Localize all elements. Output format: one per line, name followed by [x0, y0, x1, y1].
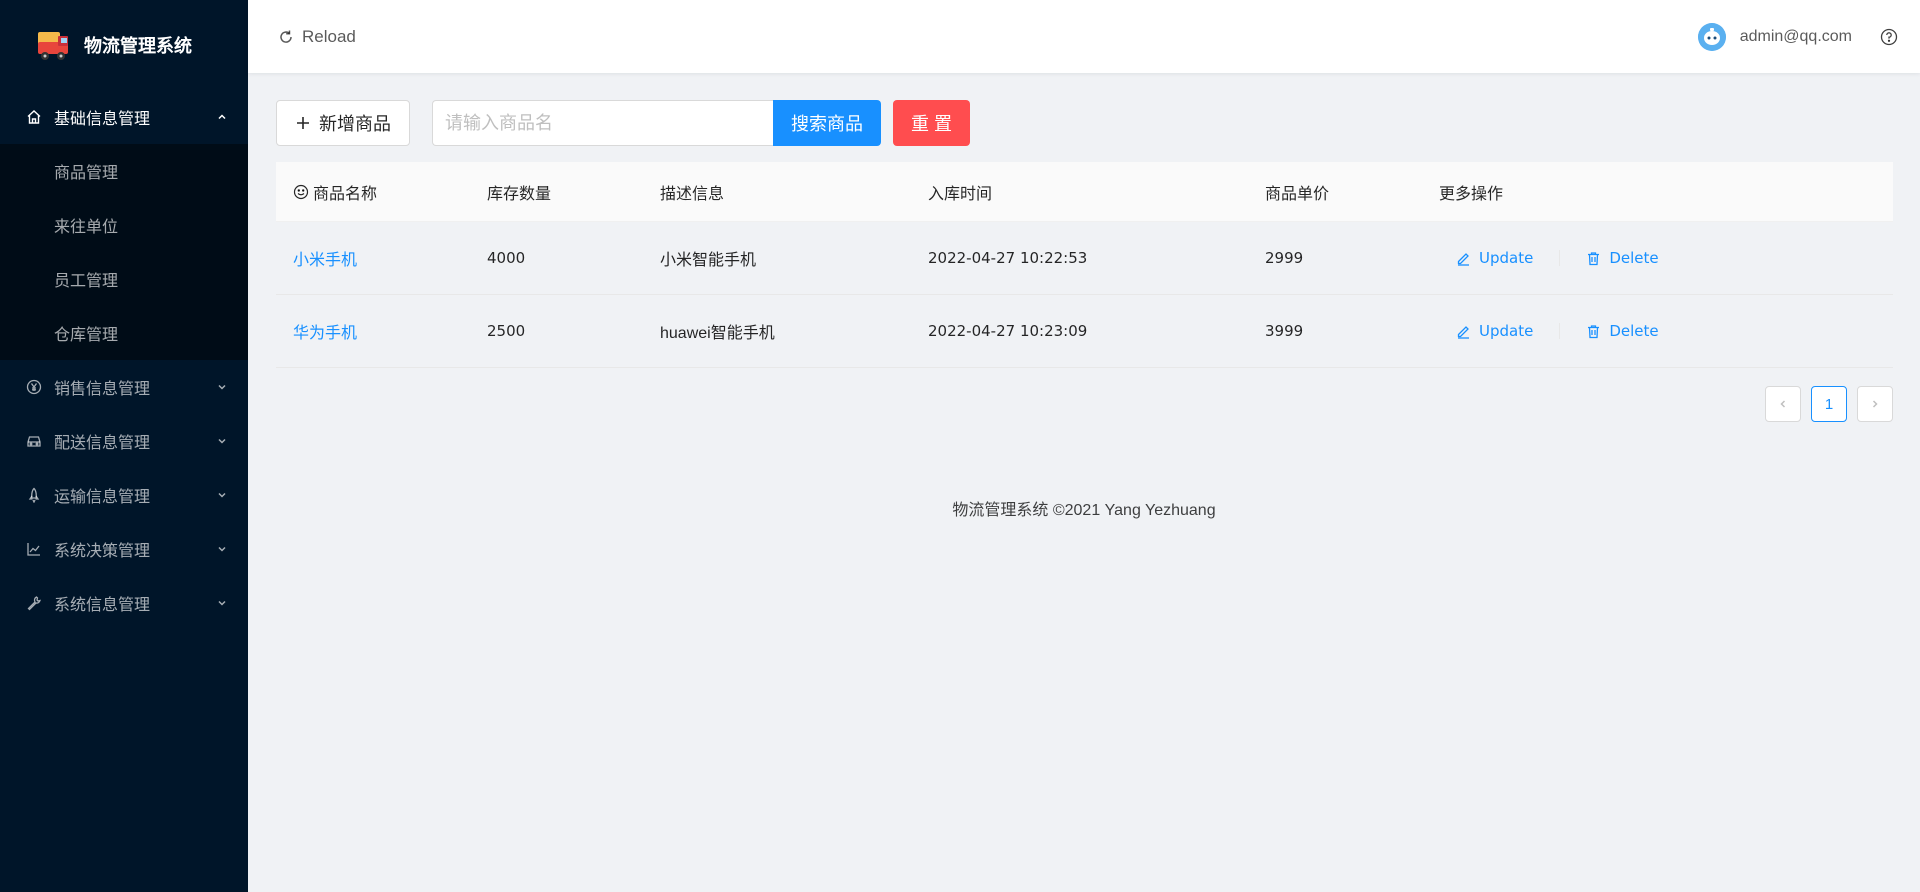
search-goods-button[interactable]: 搜索商品 — [773, 100, 881, 146]
home-icon — [26, 109, 42, 125]
trash-icon — [1588, 324, 1600, 338]
cell-name: 小米手机 — [276, 246, 486, 270]
cell-name: 华为手机 — [276, 319, 486, 343]
footer: 物流管理系统 ©2021 Yang Yezhuang — [952, 502, 1216, 519]
sidebar-menu: 基础信息管理 商品管理 来往单位 员工管理 仓库管理 销售信息管理 配送信息管理… — [0, 90, 248, 630]
sidebar-item-partners[interactable]: 来往单位 — [0, 198, 248, 252]
action-divider — [1559, 250, 1561, 266]
update-label: Update — [1479, 249, 1534, 267]
column-header-label: 商品名称 — [313, 185, 378, 203]
app-title: 物流管理系统 — [84, 36, 192, 56]
cell-time: 2022-04-27 10:22:53 — [928, 249, 1088, 267]
chevron-left-icon — [1780, 400, 1786, 408]
sidebar-item-goods[interactable]: 商品管理 — [0, 144, 248, 198]
cell-price: 2999 — [1265, 249, 1304, 267]
reload-button[interactable]: Reload — [278, 27, 356, 47]
menu-group-label: 配送信息管理 — [54, 435, 151, 452]
menu-group-label: 基础信息管理 — [54, 111, 151, 128]
sidebar-item-warehouses[interactable]: 仓库管理 — [0, 306, 248, 360]
plus-icon — [297, 117, 309, 129]
pagination: 1 — [276, 386, 1893, 422]
toolbar: 新增商品 搜索商品 重 置 — [276, 100, 1893, 146]
sidebar: 物流管理系统 基础信息管理 商品管理 来往单位 员工管理 仓库管理 销售信息管理… — [0, 0, 248, 892]
chevron-down-icon — [218, 546, 226, 552]
table-row: 华为手机 2500 huawei智能手机 2022-04-27 10:23:09… — [276, 295, 1893, 368]
menu-group-label: 销售信息管理 — [54, 381, 151, 398]
delete-label: Delete — [1609, 249, 1659, 267]
menu-group-label: 运输信息管理 — [54, 489, 151, 506]
cell-actions: Update Delete — [1439, 322, 1893, 340]
menu-group-delivery[interactable]: 配送信息管理 — [0, 414, 248, 468]
sidebar-item-employees[interactable]: 员工管理 — [0, 252, 248, 306]
chevron-down-icon — [218, 384, 226, 390]
update-label: Update — [1479, 322, 1534, 340]
chevron-up-icon — [218, 114, 226, 120]
question-circle-icon[interactable] — [1880, 28, 1898, 46]
add-goods-button[interactable]: 新增商品 — [276, 100, 410, 146]
menu-group-label: 系统信息管理 — [54, 597, 151, 614]
column-header-time: 入库时间 — [928, 185, 993, 203]
next-page-button[interactable] — [1857, 386, 1893, 422]
search-group: 搜索商品 — [432, 100, 881, 146]
table-header: 商品名称 库存数量 描述信息 入库时间 商品单价 更多操作 — [276, 162, 1893, 222]
column-header-price: 商品单价 — [1265, 185, 1330, 203]
search-input[interactable] — [432, 100, 773, 146]
reset-button[interactable]: 重 置 — [893, 100, 970, 146]
user-email[interactable]: admin@qq.com — [1740, 28, 1852, 46]
edit-icon — [1457, 252, 1469, 266]
menu-group-label: 系统决策管理 — [54, 543, 151, 560]
cell-time: 2022-04-27 10:23:09 — [928, 322, 1088, 340]
avatar[interactable] — [1697, 22, 1726, 51]
delete-button[interactable]: Delete — [1586, 322, 1659, 340]
prev-page-button[interactable] — [1765, 386, 1801, 422]
smile-icon — [293, 184, 309, 199]
action-divider — [1559, 323, 1561, 339]
menu-group-transport[interactable]: 运输信息管理 — [0, 468, 248, 522]
reload-label: Reload — [302, 26, 356, 46]
yen-icon — [26, 379, 42, 395]
column-header-name: 商品名称 — [276, 180, 486, 204]
main-content: 新增商品 搜索商品 重 置 商品名称 库存数量 描述信息 入库时间 商品单价 更… — [276, 100, 1893, 422]
add-goods-label: 新增商品 — [319, 114, 391, 134]
column-header-stock: 库存数量 — [487, 185, 552, 203]
chevron-down-icon — [218, 438, 226, 444]
update-button[interactable]: Update — [1456, 322, 1533, 340]
chevron-right-icon — [1872, 400, 1878, 408]
menu-group-basic-info[interactable]: 基础信息管理 — [0, 90, 248, 144]
page-number-button[interactable]: 1 — [1811, 386, 1847, 422]
edit-icon — [1457, 325, 1469, 339]
delete-button[interactable]: Delete — [1586, 249, 1659, 267]
cell-desc: 小米智能手机 — [660, 252, 757, 269]
logo[interactable]: 物流管理系统 — [0, 0, 248, 90]
menu-group-system[interactable]: 系统信息管理 — [0, 576, 248, 630]
chevron-down-icon — [218, 492, 226, 498]
cell-actions: Update Delete — [1439, 249, 1893, 267]
line-chart-icon — [26, 541, 42, 557]
menu-group-decision[interactable]: 系统决策管理 — [0, 522, 248, 576]
top-header: Reload admin@qq.com — [248, 0, 1920, 73]
table-row: 小米手机 4000 小米智能手机 2022-04-27 10:22:53 299… — [276, 222, 1893, 295]
goods-name-link[interactable]: 小米手机 — [293, 246, 357, 270]
trash-icon — [1588, 251, 1600, 265]
truck-logo-icon — [38, 32, 68, 60]
column-header-desc: 描述信息 — [660, 185, 725, 203]
delete-label: Delete — [1609, 322, 1659, 340]
car-icon — [26, 433, 42, 449]
chevron-down-icon — [218, 600, 226, 606]
cell-stock: 4000 — [487, 249, 526, 267]
tool-icon — [26, 595, 42, 611]
menu-group-sales[interactable]: 销售信息管理 — [0, 360, 248, 414]
cell-desc: huawei智能手机 — [660, 325, 775, 342]
goods-table: 商品名称 库存数量 描述信息 入库时间 商品单价 更多操作 小米手机 4000 … — [276, 162, 1893, 368]
cell-price: 3999 — [1265, 322, 1304, 340]
update-button[interactable]: Update — [1456, 249, 1533, 267]
goods-name-link[interactable]: 华为手机 — [293, 319, 357, 343]
rocket-icon — [26, 487, 42, 503]
column-header-actions: 更多操作 — [1439, 185, 1504, 203]
submenu-basic-info: 商品管理 来往单位 员工管理 仓库管理 — [0, 144, 248, 360]
reload-icon — [280, 30, 292, 43]
header-user-area: admin@qq.com — [1697, 22, 1898, 51]
cell-stock: 2500 — [487, 322, 526, 340]
avatar-robot-icon — [1697, 22, 1726, 51]
